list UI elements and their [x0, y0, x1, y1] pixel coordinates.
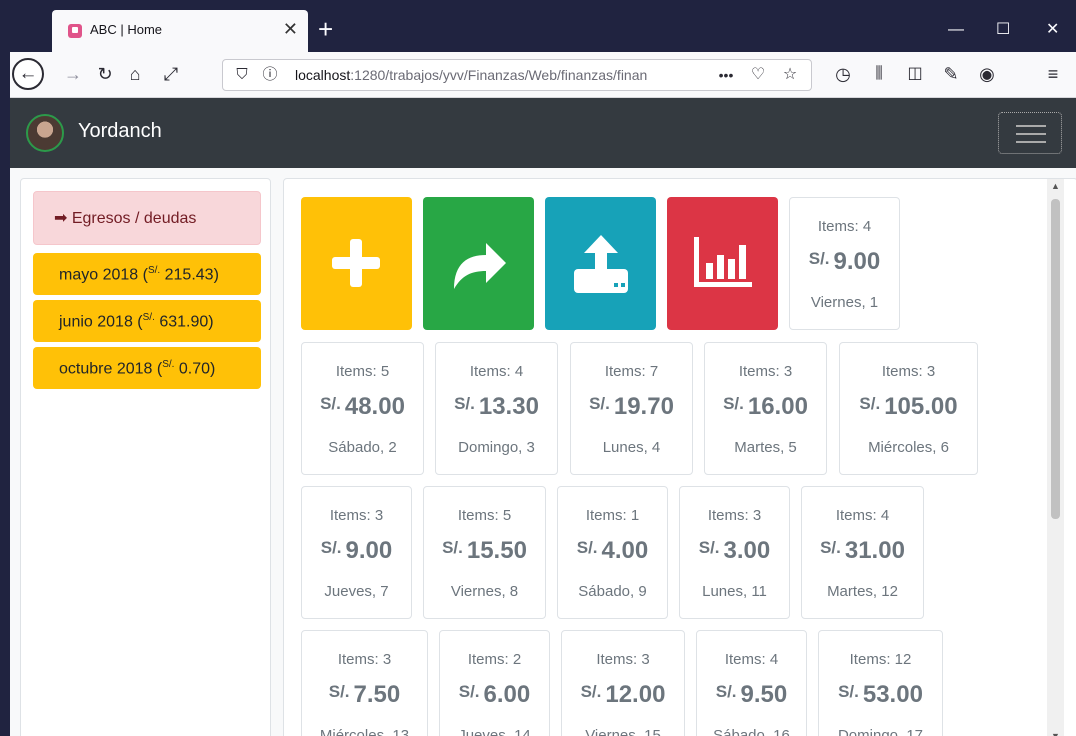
- tab-title: ABC | Home: [90, 22, 163, 37]
- day-card-7[interactable]: Items: 3 S/. 9.00 Jueves, 7: [301, 486, 412, 619]
- day-card-3[interactable]: Items: 4 S/. 13.30 Domingo, 3: [435, 342, 558, 475]
- expenses-alert[interactable]: ➡ Egresos / deudas: [33, 191, 261, 245]
- chart-button[interactable]: [667, 197, 778, 330]
- tab-strip: ABC | Home ✕ + — ☐ ✕: [10, 10, 1076, 52]
- month-button-may[interactable]: mayo 2018 (S/. 215.43): [33, 253, 261, 295]
- expenses-label: Egresos / deudas: [71, 210, 197, 227]
- day-card-12[interactable]: Items: 4 S/. 31.00 Martes, 12: [801, 486, 924, 619]
- navigation-bar: ← → ↻ ⌂ ⤢ ⛉ ⓘ localhost:1280/trabajos/yv…: [10, 52, 1076, 98]
- brand-name[interactable]: Yordanch: [78, 120, 162, 143]
- scroll-up-icon[interactable]: ▲: [1051, 181, 1060, 191]
- month-button-june[interactable]: junio 2018 (S/. 631.90): [33, 300, 261, 342]
- share-arrow-icon: [454, 243, 506, 289]
- day-card-16[interactable]: Items: 4 S/. 9.50 Sábado, 16: [696, 630, 807, 736]
- sidebar: ➡ Egresos / deudas mayo 2018 (S/. 215.43…: [20, 178, 271, 736]
- day-card-9[interactable]: Items: 1 S/. 4.00 Sábado, 9: [557, 486, 668, 619]
- page-actions-icon[interactable]: •••: [713, 62, 739, 88]
- share-button[interactable]: [423, 197, 534, 330]
- day-card-5[interactable]: Items: 3 S/. 16.00 Martes, 5: [704, 342, 827, 475]
- plus-icon: [332, 239, 380, 287]
- day-card-6[interactable]: Items: 3 S/. 105.00 Miércoles, 6: [839, 342, 978, 475]
- minimize-icon[interactable]: —: [948, 20, 964, 40]
- browser-tab[interactable]: ABC | Home ✕: [52, 10, 308, 52]
- app-header: Yordanch: [10, 98, 1076, 168]
- day-card-11[interactable]: Items: 3 S/. 3.00 Lunes, 11: [679, 486, 790, 619]
- day-card-4[interactable]: Items: 7 S/. 19.70 Lunes, 4: [570, 342, 693, 475]
- new-tab-icon[interactable]: +: [318, 15, 333, 43]
- day-card-14[interactable]: Items: 2 S/. 6.00 Jueves, 14: [439, 630, 550, 736]
- navbar-toggler-button[interactable]: [998, 112, 1062, 154]
- forward-icon[interactable]: →: [60, 61, 86, 87]
- scroll-down-icon[interactable]: ▼: [1051, 731, 1060, 736]
- maximize-icon[interactable]: ☐: [996, 20, 1010, 40]
- home-icon[interactable]: ⌂: [122, 61, 148, 87]
- day-card-1[interactable]: Items: 4 S/. 9.00 Viernes, 1: [789, 197, 900, 330]
- avatar[interactable]: [26, 114, 64, 152]
- day-card-15[interactable]: Items: 3 S/. 12.00 Viernes, 15: [561, 630, 685, 736]
- info-icon[interactable]: ⓘ: [257, 62, 283, 88]
- scroll-thumb[interactable]: [1051, 199, 1060, 519]
- hamburger-icon: [1016, 125, 1046, 127]
- library-icon[interactable]: ⫼: [866, 61, 892, 87]
- sign-out-icon: ➡: [54, 210, 68, 227]
- reload-icon[interactable]: ↻: [92, 61, 118, 87]
- eyedropper-icon[interactable]: ✎: [938, 61, 964, 87]
- close-tab-icon[interactable]: ✕: [283, 19, 298, 39]
- sidebar-icon[interactable]: ◫: [902, 61, 928, 87]
- add-button[interactable]: [301, 197, 412, 330]
- day-card-2[interactable]: Items: 5 S/. 48.00 Sábado, 2: [301, 342, 424, 475]
- main-panel: Items: 4 S/. 9.00 Viernes, 1 Items: 5 S/.…: [283, 178, 1076, 736]
- resize-icon[interactable]: ⤢: [158, 61, 184, 87]
- url-bar[interactable]: ⛉ ⓘ localhost:1280/trabajos/yvv/Finanzas…: [222, 59, 812, 91]
- vertical-scrollbar[interactable]: ▲ ▼: [1047, 179, 1064, 736]
- upload-button[interactable]: [545, 197, 656, 330]
- day-card-17[interactable]: Items: 12 S/. 53.00 Domingo, 17: [818, 630, 943, 736]
- window-close-icon[interactable]: ✕: [1046, 20, 1059, 40]
- month-button-october[interactable]: octubre 2018 (S/. 0.70): [33, 347, 261, 389]
- bookmark-star-icon[interactable]: ☆: [777, 62, 803, 88]
- bar-chart-icon: [694, 237, 752, 287]
- history-icon[interactable]: ◷: [830, 61, 856, 87]
- shield-icon[interactable]: ⛉: [229, 62, 255, 88]
- day-card-13[interactable]: Items: 3 S/. 7.50 Miércoles, 13: [301, 630, 428, 736]
- page-content: ➡ Egresos / deudas mayo 2018 (S/. 215.43…: [10, 168, 1076, 736]
- browser-window: ABC | Home ✕ + — ☐ ✕ ← → ↻ ⌂ ⤢ ⛉ ⓘ local…: [10, 10, 1076, 736]
- upload-icon: [574, 235, 628, 293]
- account-icon[interactable]: ◉: [974, 61, 1000, 87]
- day-card-8[interactable]: Items: 5 S/. 15.50 Viernes, 8: [423, 486, 546, 619]
- menu-icon[interactable]: ≡: [1040, 61, 1066, 87]
- url-text: localhost:1280/trabajos/yvv/Finanzas/Web…: [295, 67, 648, 83]
- back-icon[interactable]: ←: [12, 58, 44, 90]
- pocket-icon[interactable]: ♡: [745, 62, 771, 88]
- favicon-icon: [68, 24, 82, 38]
